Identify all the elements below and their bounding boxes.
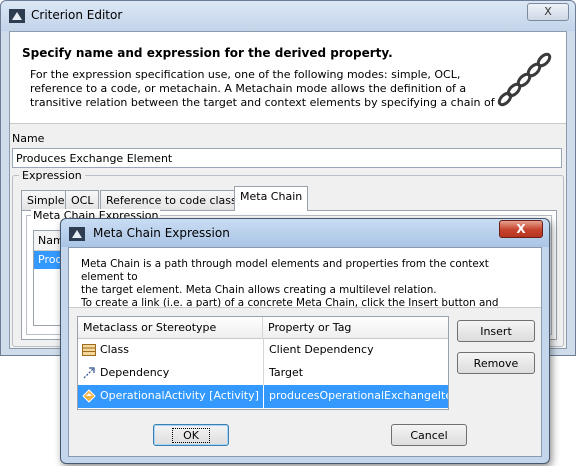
cancel-button[interactable]: Cancel	[391, 424, 467, 446]
tab-meta-chain[interactable]: Meta Chain	[234, 186, 309, 211]
chain-icon	[497, 52, 552, 107]
expression-label: Expression	[19, 169, 85, 182]
table-row[interactable]: Class Client Dependency	[78, 339, 448, 362]
ok-button-label: OK	[172, 428, 210, 443]
table-row-selected[interactable]: OperationalActivity [Activity] producesO…	[78, 385, 448, 408]
dialog-titlebar[interactable]: Meta Chain Expression X	[61, 219, 549, 247]
description-line: To create a link (i.e. a part) of a conc…	[81, 297, 499, 308]
metaclass-cell: Class	[100, 343, 129, 356]
table-row[interactable]: Dependency Target	[78, 362, 448, 385]
meta-chain-links-table: Metaclass or Stereotype Property or Tag …	[77, 316, 449, 410]
tab-ocl[interactable]: OCL	[65, 190, 100, 210]
name-label: Name	[12, 132, 45, 145]
tab-reference-to-code-class[interactable]: Reference to code class	[100, 190, 243, 210]
name-input[interactable]	[12, 148, 562, 168]
metaclass-cell: OperationalActivity [Activity]	[100, 389, 259, 402]
column-header-metaclass[interactable]: Metaclass or Stereotype	[78, 317, 263, 339]
dialog-description: Meta Chain is a path through model eleme…	[69, 248, 541, 308]
dialog-body: Meta Chain is a path through model eleme…	[68, 247, 542, 457]
tab-simple[interactable]: Simple	[21, 190, 71, 210]
property-cell: Target	[263, 362, 448, 385]
close-button[interactable]: X	[527, 3, 569, 21]
column-header-property[interactable]: Property or Tag	[263, 317, 448, 339]
remove-button[interactable]: Remove	[457, 352, 535, 374]
description-line: Meta Chain is a path through model eleme…	[81, 258, 489, 283]
insert-button[interactable]: Insert	[457, 320, 535, 342]
meta-chain-expression-dialog: Meta Chain Expression X Meta Chain is a …	[60, 218, 550, 464]
dialog-close-button[interactable]: X	[499, 220, 543, 238]
app-icon	[69, 227, 85, 241]
ok-button[interactable]: OK	[153, 424, 229, 446]
property-cell: producesOperationalExchangeItems	[263, 385, 448, 408]
description-line: the target element. Meta Chain allows cr…	[81, 284, 437, 296]
property-cell: Client Dependency	[263, 339, 448, 362]
criterion-editor-titlebar[interactable]: Criterion Editor X	[1, 1, 575, 31]
table-header: Metaclass or Stereotype Property or Tag	[78, 317, 448, 339]
criterion-editor-title: Criterion Editor	[31, 8, 123, 22]
header-description: For the expression specification use, on…	[30, 68, 495, 109]
metaclass-cell: Dependency	[100, 366, 170, 379]
description-header: Specify name and expression for the deri…	[10, 32, 566, 124]
dialog-title: Meta Chain Expression	[93, 226, 230, 240]
header-title: Specify name and expression for the deri…	[22, 46, 393, 60]
app-icon	[9, 9, 25, 23]
